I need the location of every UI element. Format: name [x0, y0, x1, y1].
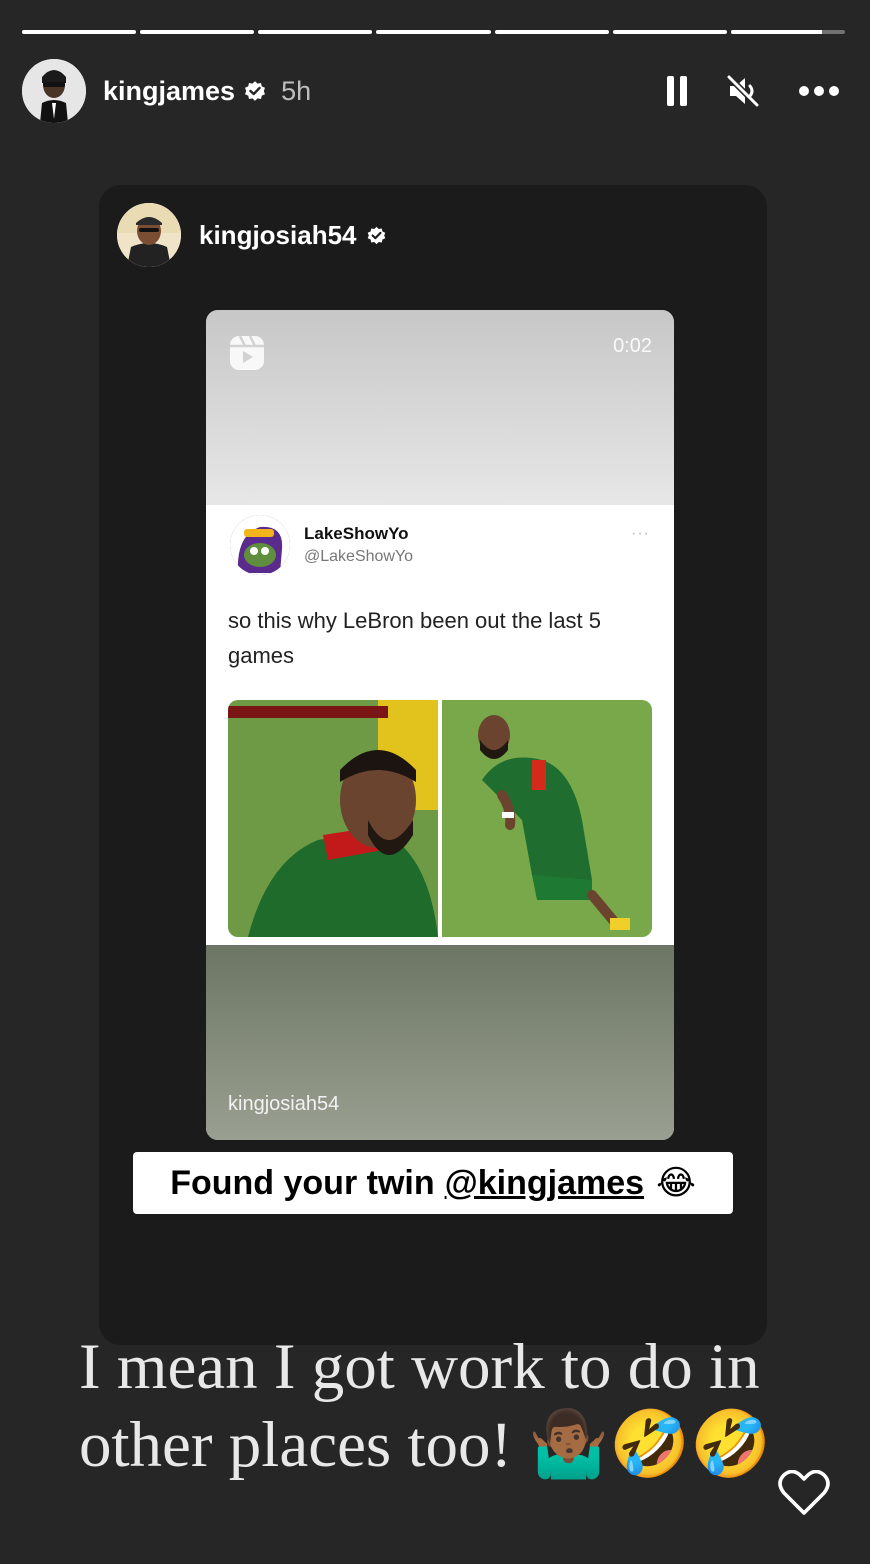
- progress-fill: [376, 30, 491, 34]
- story-progress: [22, 30, 845, 34]
- progress-segment: [258, 30, 373, 34]
- story-header: kingjames 5h: [22, 58, 840, 124]
- reel-top-area: [206, 310, 674, 505]
- tweet-more-icon: ···: [631, 525, 650, 542]
- tweet-screenshot: LakeShowYo @LakeShowYo ··· so this why L…: [206, 505, 674, 945]
- reshare-author-username[interactable]: kingjosiah54: [199, 220, 357, 251]
- like-button[interactable]: [778, 1469, 830, 1521]
- story-age: 5h: [281, 75, 312, 106]
- story-caption: I mean I got work to do in other places …: [79, 1331, 772, 1481]
- progress-segment: [376, 30, 491, 34]
- progress-fill: [140, 30, 255, 34]
- reels-icon: [230, 335, 264, 370]
- tweet-avatar: [230, 515, 290, 575]
- tweet-image-right: [442, 700, 652, 937]
- progress-segment: [22, 30, 137, 34]
- verified-badge-icon: [245, 81, 266, 101]
- reel-duration: 0:02: [613, 335, 652, 357]
- pause-button[interactable]: [666, 76, 688, 106]
- progress-segment: [612, 30, 727, 34]
- reel-credit: kingjosiah54: [228, 1093, 340, 1115]
- more-options-button[interactable]: [798, 85, 840, 97]
- progress-fill: [730, 30, 823, 34]
- reel-preview[interactable]: 0:02 LakeShowYo @LakeShowYo ··· so this …: [206, 310, 674, 1140]
- progress-fill: [612, 30, 727, 34]
- sticker-mention[interactable]: @kingjames: [445, 1164, 644, 1203]
- author-avatar[interactable]: [22, 59, 86, 123]
- muted-speaker-icon: [726, 74, 760, 108]
- pause-icon: [667, 76, 687, 106]
- author-username[interactable]: kingjames: [103, 76, 235, 107]
- sticker-emoji: 😂: [656, 1164, 696, 1202]
- progress-segment: [140, 30, 255, 34]
- progress-fill: [258, 30, 373, 34]
- sticker-text: Found your twin: [170, 1163, 435, 1202]
- progress-segment: [730, 30, 845, 34]
- verified-badge-icon: [367, 226, 385, 244]
- tweet-images: [228, 700, 652, 937]
- mute-button[interactable]: [726, 74, 760, 108]
- progress-fill: [494, 30, 609, 34]
- text-sticker: Found your twin @kingjames 😂: [133, 1152, 733, 1214]
- tweet-image-left: [228, 700, 438, 937]
- progress-segment: [494, 30, 609, 34]
- tweet-handle: @LakeShowYo: [304, 548, 414, 565]
- tweet-display-name: LakeShowYo: [304, 524, 409, 543]
- more-horizontal-icon: [799, 86, 839, 96]
- reshare-author-avatar[interactable]: [117, 203, 181, 267]
- tweet-text: so this why LeBron been out the last 5 g…: [228, 608, 602, 668]
- progress-fill: [22, 30, 137, 34]
- heart-icon: [778, 1469, 830, 1515]
